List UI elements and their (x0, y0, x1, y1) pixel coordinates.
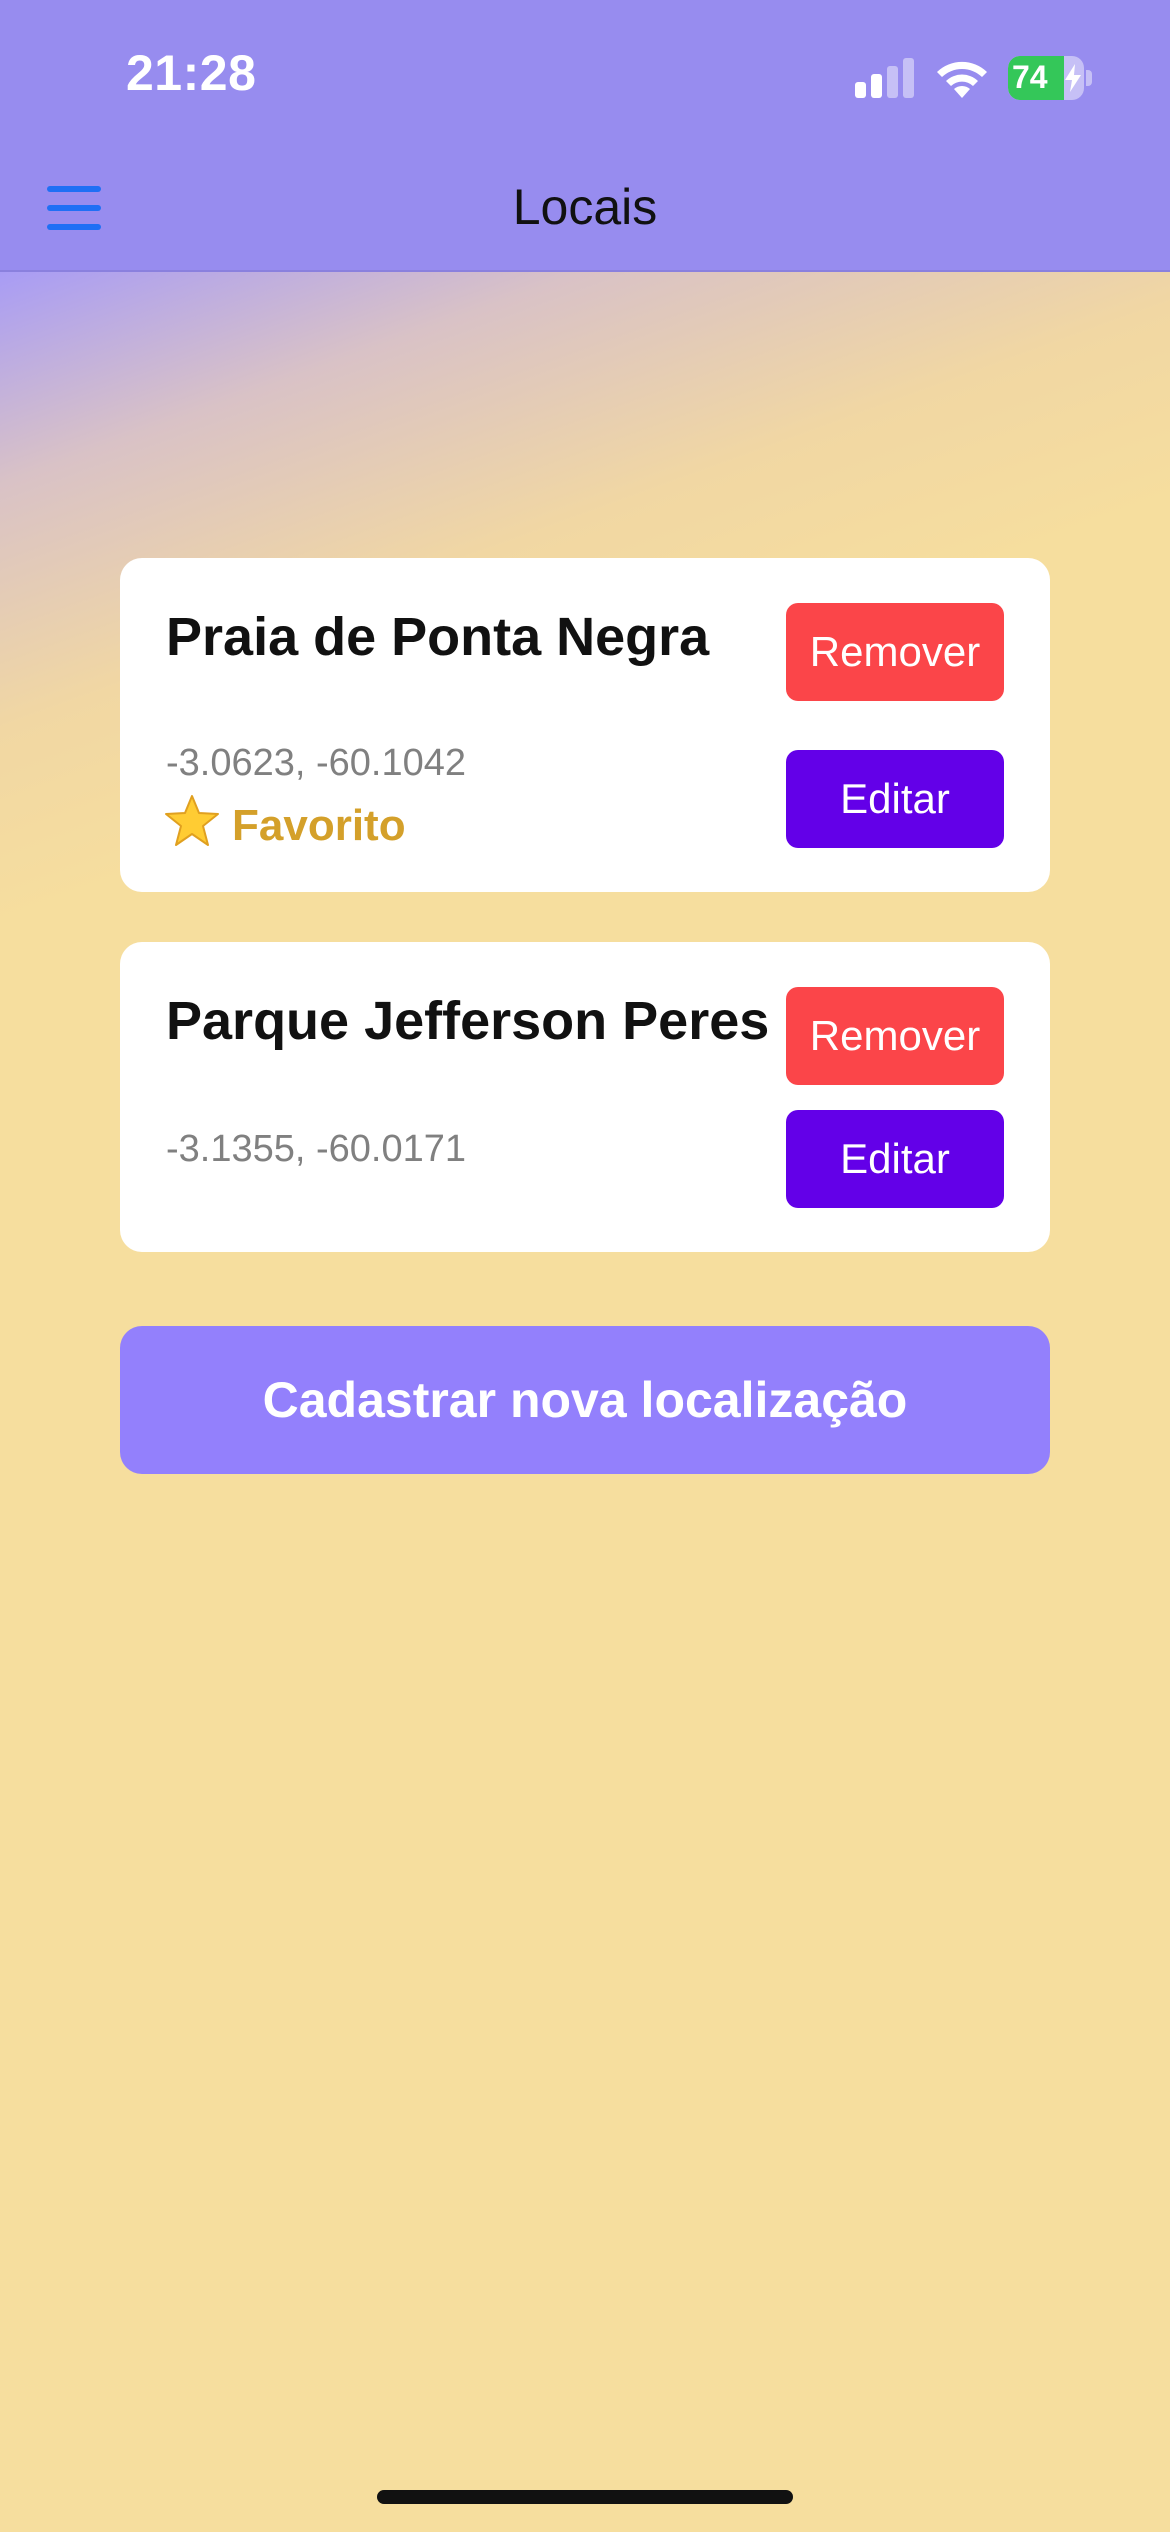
location-name: Parque Jefferson Peres (166, 991, 770, 1051)
status-time: 21:28 (126, 45, 257, 101)
location-coordinates: -3.1355, -60.0171 (166, 1128, 467, 1170)
location-card: Parque Jefferson Peres -3.1355, -60.0171… (120, 942, 1050, 1252)
battery-level: 74 (1012, 59, 1048, 95)
wifi-icon (937, 61, 987, 98)
app-screen: 21:28 74 Locais Praia de Ponta Negra -3.… (0, 0, 1170, 2532)
remove-button[interactable]: Remover (786, 603, 1004, 701)
remove-button[interactable]: Remover (786, 987, 1004, 1085)
favorite-badge: Favorito (164, 794, 406, 851)
location-card: Praia de Ponta Negra -3.0623, -60.1042 F… (120, 558, 1050, 892)
home-indicator[interactable] (377, 2490, 793, 2504)
charging-bolt-icon (1065, 64, 1081, 92)
add-location-button[interactable]: Cadastrar nova localização (120, 1326, 1050, 1474)
header: 21:28 74 Locais (0, 0, 1170, 272)
location-coordinates: -3.0623, -60.1042 (166, 742, 467, 784)
edit-button[interactable]: Editar (786, 750, 1004, 848)
battery-icon: 74 (1008, 56, 1092, 100)
cellular-signal-icon (855, 58, 915, 98)
favorite-label: Favorito (232, 801, 406, 850)
star-icon (165, 795, 219, 846)
page-title: Locais (512, 179, 658, 235)
edit-button[interactable]: Editar (786, 1110, 1004, 1208)
location-name: Praia de Ponta Negra (166, 607, 710, 667)
